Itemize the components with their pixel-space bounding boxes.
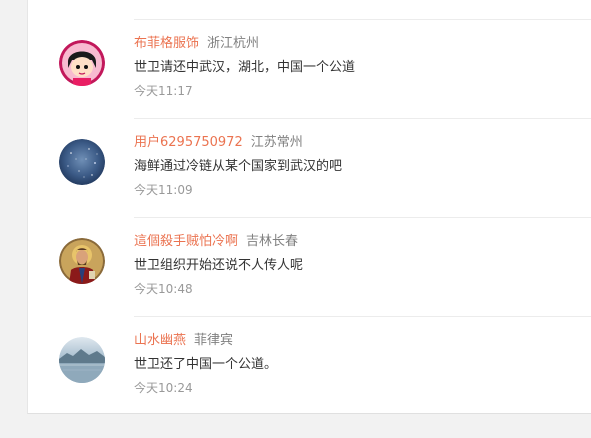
comment-text: 世卫还了中国一个公道。 [134,357,278,372]
username-link[interactable]: 這個殺手贼怕冷啊 [134,234,238,249]
comment-text: 海鲜通过冷链从某个国家到武汉的吧 [134,159,343,174]
comment-panel: 布菲格服饰 浙江杭州 世卫请还中武汉，湖北，中国一个公道 今天11:17 用户6… [27,0,591,414]
comment-text: 世卫请还中武汉，湖北，中国一个公道 [134,60,356,75]
comment-text: 世卫组织开始还说不人传人呢 [134,258,304,273]
comment-divider [134,316,591,317]
comment-meta: 布菲格服饰 浙江杭州 [134,35,259,53]
comment-time: 今天11:17 [134,84,193,98]
location-label: 浙江杭州 [207,36,260,51]
comment-divider [134,118,591,119]
comment-divider [134,19,591,20]
comment-time: 今天11:09 [134,183,193,197]
user-avatar-cartoon-icon[interactable] [59,40,105,86]
comment-meta: 用户6295750972 江苏常州 [134,134,303,152]
user-avatar-landscape-icon[interactable] [59,337,105,383]
comment-item: 這個殺手贼怕冷啊 吉林长春 世卫组织开始还说不人传人呢 今天10:48 [28,217,591,316]
username-link[interactable]: 布菲格服饰 [134,36,199,51]
comment-time: 今天10:24 [134,381,193,395]
location-label: 江苏常州 [250,135,303,150]
comment-time: 今天10:48 [134,282,193,296]
location-label: 菲律宾 [194,333,234,348]
username-link[interactable]: 用户6295750972 [134,135,243,150]
comment-item: 布菲格服饰 浙江杭州 世卫请还中武汉，湖北，中国一个公道 今天11:17 [28,19,591,118]
location-label: 吉林长春 [246,234,299,249]
comment-meta: 這個殺手贼怕冷啊 吉林长春 [134,233,298,251]
comment-meta: 山水幽燕 菲律宾 [134,332,233,350]
user-avatar-starry-icon[interactable] [59,139,105,185]
comment-item: 山水幽燕 菲律宾 世卫还了中国一个公道。 今天10:24 [28,316,591,415]
user-avatar-painting-icon[interactable] [59,238,105,284]
comment-item: 用户6295750972 江苏常州 海鲜通过冷链从某个国家到武汉的吧 今天11:0… [28,118,591,217]
username-link[interactable]: 山水幽燕 [134,333,186,348]
page-background-strip [0,414,591,438]
comment-divider [134,217,591,218]
